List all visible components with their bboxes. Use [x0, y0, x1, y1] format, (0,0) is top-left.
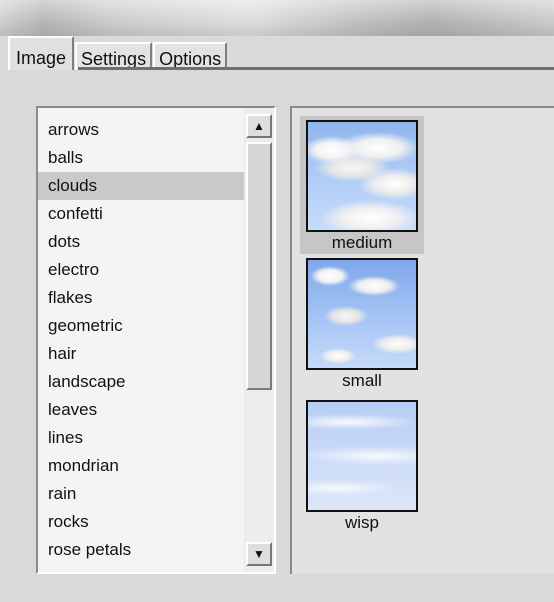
- preview-pane: medium small wisp: [290, 106, 554, 574]
- tab-options[interactable]: Options: [153, 42, 228, 70]
- list-item[interactable]: rocks: [38, 508, 244, 536]
- scroll-thumb[interactable]: [246, 142, 272, 390]
- category-listbox[interactable]: arrows balls clouds confetti dots electr…: [36, 106, 276, 574]
- preview-label: wisp: [344, 513, 379, 532]
- scroll-down-button[interactable]: ▼: [246, 542, 272, 566]
- tab-image[interactable]: Image: [8, 36, 75, 70]
- list-item[interactable]: hair: [38, 340, 244, 368]
- preview-item-small[interactable]: small: [300, 254, 424, 392]
- list-item[interactable]: lines: [38, 424, 244, 452]
- list-item[interactable]: s: [38, 564, 244, 572]
- clouds-small-image: [306, 258, 418, 370]
- list-item[interactable]: electro: [38, 256, 244, 284]
- list-item[interactable]: geometric: [38, 312, 244, 340]
- preview-item-medium[interactable]: medium: [300, 116, 424, 254]
- list-item[interactable]: balls: [38, 144, 244, 172]
- scroll-up-button[interactable]: ▲: [246, 114, 272, 138]
- clouds-medium-image: [306, 120, 418, 232]
- list-item[interactable]: flakes: [38, 284, 244, 312]
- preview-label: small: [342, 371, 382, 390]
- clouds-wisp-image: [306, 400, 418, 512]
- list-item[interactable]: mondrian: [38, 452, 244, 480]
- triangle-down-icon: ▼: [253, 547, 265, 561]
- category-list: arrows balls clouds confetti dots electr…: [38, 116, 244, 572]
- list-item[interactable]: dots: [38, 228, 244, 256]
- tab-settings[interactable]: Settings: [75, 42, 153, 70]
- list-item[interactable]: rose petals: [38, 536, 244, 564]
- list-item[interactable]: rain: [38, 480, 244, 508]
- list-scrollbar[interactable]: ▲ ▼: [244, 108, 274, 572]
- preview-item-wisp[interactable]: wisp: [300, 396, 424, 534]
- list-item[interactable]: leaves: [38, 396, 244, 424]
- list-item[interactable]: confetti: [38, 200, 244, 228]
- list-item[interactable]: landscape: [38, 368, 244, 396]
- list-item-selected[interactable]: clouds: [38, 172, 244, 200]
- preview-label: medium: [331, 233, 393, 252]
- list-item[interactable]: arrows: [38, 116, 244, 144]
- header-banner: [0, 0, 554, 36]
- app-window: Image Settings Options arrows balls clou…: [0, 0, 554, 602]
- triangle-up-icon: ▲: [253, 119, 265, 133]
- tab-bar: Image Settings Options: [8, 36, 228, 70]
